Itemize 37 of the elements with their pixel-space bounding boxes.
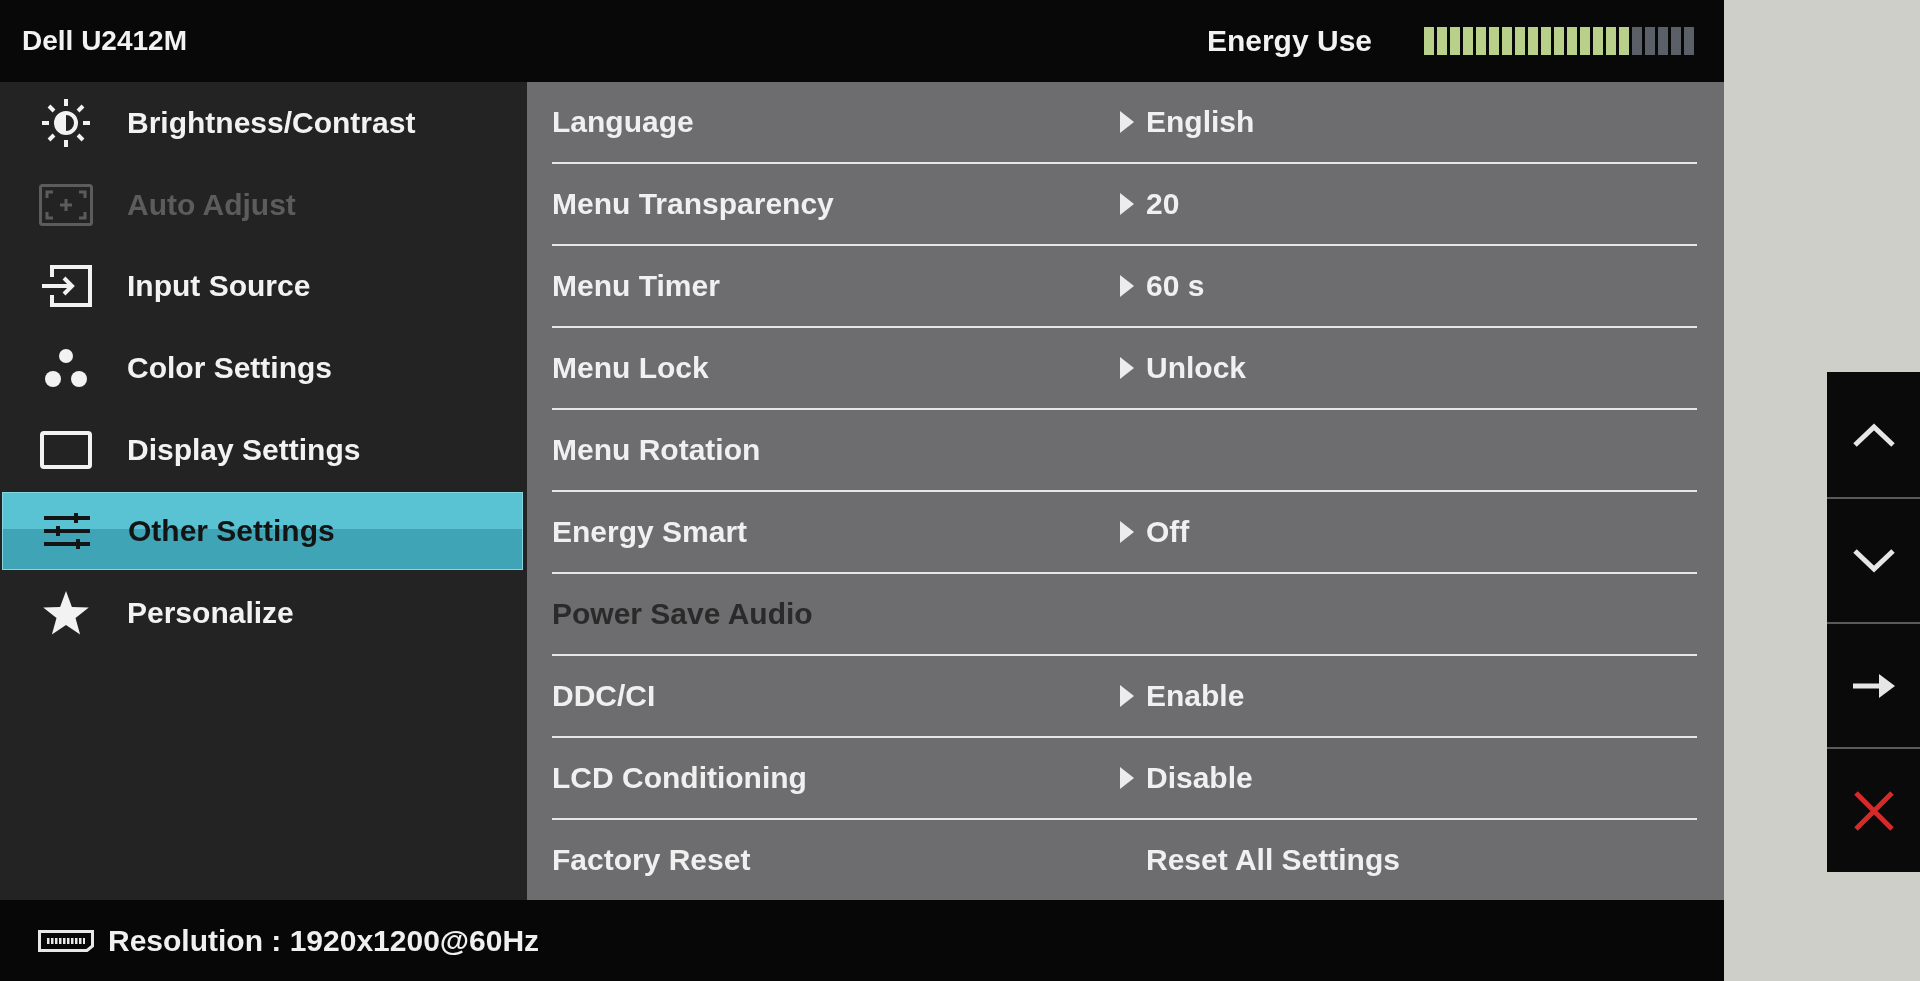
menu-item[interactable]: Other Settings	[2, 492, 523, 571]
setting-value: 60 s	[1146, 269, 1205, 303]
menu-item[interactable]: Display Settings	[2, 408, 523, 491]
setting-value: 20	[1146, 187, 1180, 221]
arrow-right-icon	[1851, 672, 1896, 699]
up-button[interactable]	[1827, 372, 1920, 497]
frame-plus-icon	[38, 183, 94, 226]
setting-value: English	[1146, 105, 1255, 139]
monitor-model-title: Dell U2412M	[22, 25, 187, 57]
setting-label[interactable]: LCD Conditioning	[552, 761, 1120, 795]
setting-label[interactable]: Menu Rotation	[552, 433, 1120, 467]
close-button[interactable]	[1827, 747, 1920, 872]
caret-up-icon	[1852, 422, 1895, 447]
setting-label[interactable]: Factory Reset	[552, 843, 1120, 877]
menu-item[interactable]: Brightness/Contrast	[2, 82, 523, 164]
setting-label[interactable]: DDC/CI	[552, 679, 1120, 713]
down-button[interactable]	[1827, 497, 1920, 622]
setting-value: Unlock	[1146, 351, 1247, 385]
menu-item[interactable]: Input Source	[2, 245, 523, 328]
energy-use-label: Energy Use	[1206, 24, 1372, 58]
enter-button[interactable]	[1827, 622, 1920, 747]
setting-label[interactable]: Menu Transparency	[552, 187, 1120, 221]
setting-label[interactable]: Language	[552, 105, 1120, 139]
setting-value: Disable	[1146, 761, 1253, 795]
setting-value: Reset All Settings	[1146, 843, 1400, 877]
rectangle-icon	[38, 430, 94, 469]
setting-label[interactable]: Menu Lock	[552, 351, 1120, 385]
setting-value: Enable	[1146, 679, 1245, 713]
setting-value: Off	[1146, 515, 1190, 549]
menu-item[interactable]: Personalize	[2, 572, 523, 654]
menu-item[interactable]: Color Settings	[2, 327, 523, 409]
close-icon	[1852, 789, 1895, 832]
resolution-text: Resolution : 1920x1200@60Hz	[108, 923, 540, 958]
caret-down-icon	[1852, 548, 1895, 573]
connector-icon	[38, 929, 94, 952]
setting-label[interactable]: Energy Smart	[552, 515, 1120, 549]
setting-label[interactable]: Menu Timer	[552, 269, 1120, 303]
